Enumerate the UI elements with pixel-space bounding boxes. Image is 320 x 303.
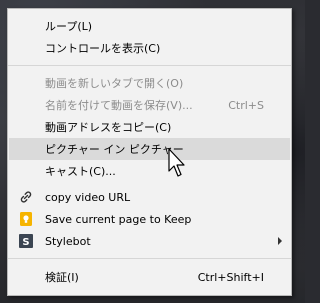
link-icon — [19, 190, 33, 204]
keep-icon — [19, 212, 33, 226]
menu-item-shortcut: Ctrl+Shift+I — [197, 270, 264, 284]
menu-item-label: copy video URL — [45, 190, 131, 204]
menu-item-picture-in-picture[interactable]: ピクチャー イン ピクチャー — [9, 138, 290, 160]
menu-item-label: 名前を付けて動画を保存(V)... — [45, 99, 193, 112]
stylebot-icon: S — [19, 234, 33, 248]
menu-item-shortcut: Ctrl+S — [228, 98, 264, 112]
menu-item-inspect[interactable]: 検証(I) Ctrl+Shift+I — [9, 266, 290, 288]
svg-text:S: S — [22, 237, 29, 248]
menu-item-save-page-to-keep[interactable]: Save current page to Keep — [9, 208, 290, 230]
context-menu: ループ(L) コントロールを表示(C) 動画を新しいタブで開く(O) 名前を付け… — [7, 8, 292, 296]
menu-separator — [8, 65, 291, 66]
menu-item-label: キャスト(C)... — [45, 165, 116, 178]
menu-item-copy-video-address[interactable]: 動画アドレスをコピー(C) — [9, 116, 290, 138]
menu-item-label: Stylebot — [45, 234, 91, 248]
menu-item-stylebot[interactable]: S Stylebot — [9, 230, 290, 252]
menu-item-open-video-in-new-tab[interactable]: 動画を新しいタブで開く(O) — [9, 72, 290, 94]
menu-item-label: Save current page to Keep — [45, 212, 192, 226]
menu-item-label: ピクチャー イン ピクチャー — [45, 143, 184, 156]
menu-item-label: ループ(L) — [45, 20, 93, 33]
menu-item-label: 検証(I) — [45, 271, 79, 284]
menu-item-cast[interactable]: キャスト(C)... — [9, 160, 290, 182]
menu-item-show-controls[interactable]: コントロールを表示(C) — [9, 37, 290, 59]
mouse-pointer-icon — [168, 148, 185, 177]
menu-item-label: 動画を新しいタブで開く(O) — [45, 77, 184, 90]
menu-item-copy-video-url[interactable]: copy video URL — [9, 186, 290, 208]
submenu-arrow-icon — [278, 237, 282, 245]
menu-item-label: コントロールを表示(C) — [45, 42, 161, 55]
menu-item-save-video-as[interactable]: 名前を付けて動画を保存(V)... Ctrl+S — [9, 94, 290, 116]
menu-item-loop[interactable]: ループ(L) — [9, 15, 290, 37]
menu-separator — [8, 258, 291, 259]
menu-item-label: 動画アドレスをコピー(C) — [45, 121, 172, 134]
